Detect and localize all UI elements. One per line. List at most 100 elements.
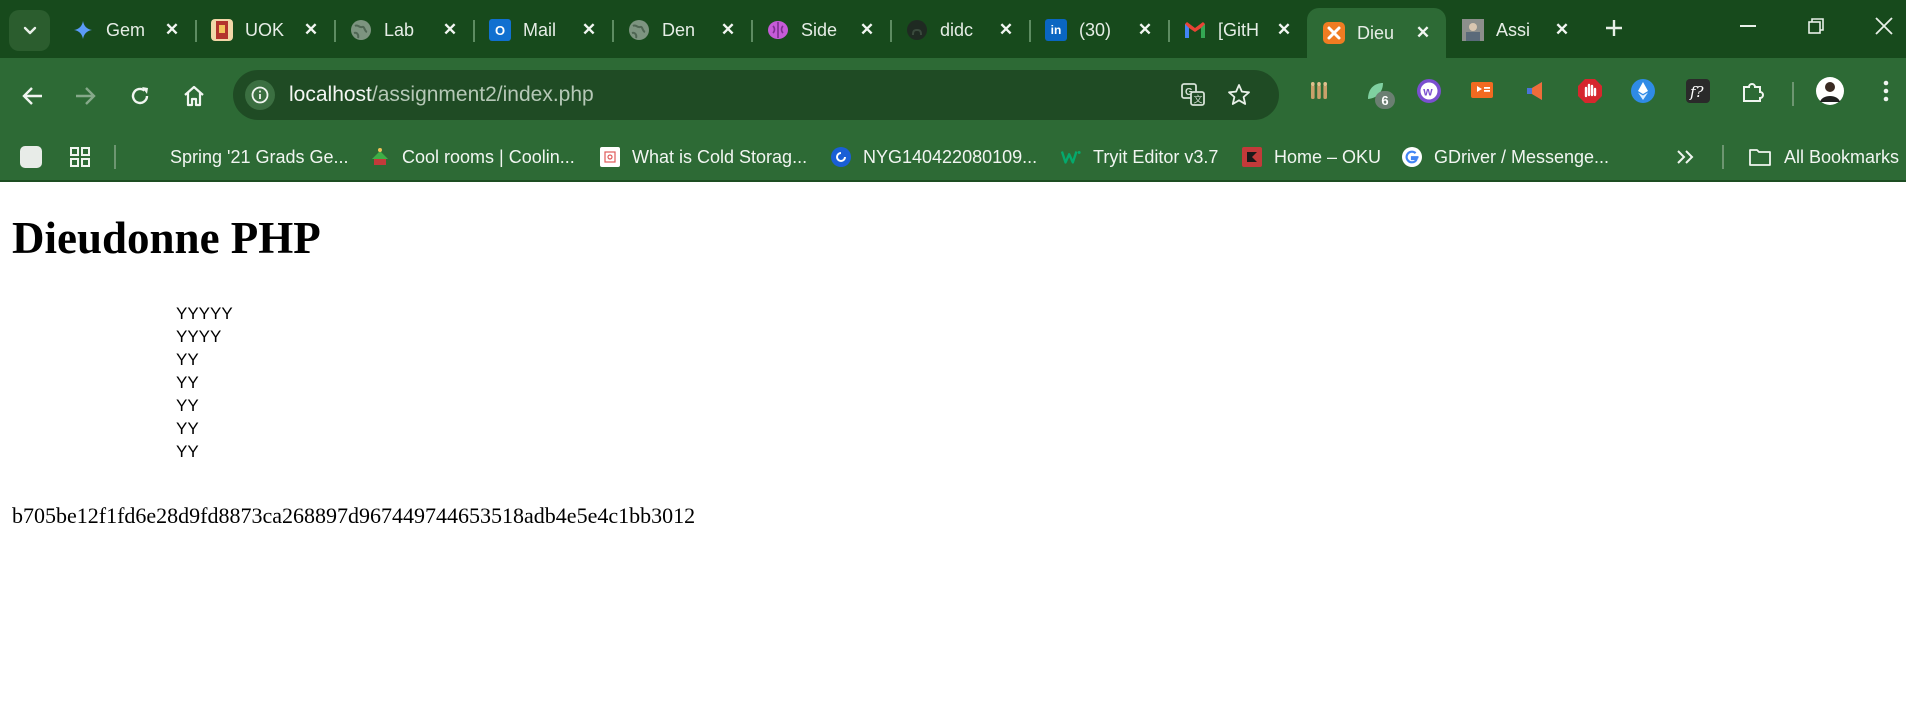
tab-side[interactable]: Side ✕ bbox=[751, 8, 890, 52]
tab-title: (30) bbox=[1079, 19, 1112, 40]
avatar-icon bbox=[1462, 19, 1484, 41]
tab-lab[interactable]: Lab ✕ bbox=[334, 8, 473, 52]
close-icon[interactable]: ✕ bbox=[161, 19, 183, 41]
profile-avatar[interactable] bbox=[1814, 75, 1846, 107]
tab-title: [GitH bbox=[1218, 19, 1260, 40]
page-heading: Dieudonne PHP bbox=[12, 213, 321, 263]
tab-title: Lab bbox=[384, 19, 415, 40]
slides-extension-icon[interactable] bbox=[1466, 75, 1498, 107]
bookmarks-bar: Spring '21 Grads Ge... Cool rooms | Cool… bbox=[0, 134, 1906, 182]
tab-title: Mail bbox=[523, 19, 557, 40]
bookmark-label: Tryit Editor v3.7 bbox=[1093, 146, 1219, 167]
bookmark-label: Home – OKU bbox=[1274, 146, 1382, 167]
circle-icon bbox=[831, 147, 851, 167]
ethereum-extension-icon[interactable] bbox=[1627, 75, 1659, 107]
more-bookmarks-button[interactable] bbox=[1676, 134, 1694, 180]
bookmark-cold-storage[interactable]: What is Cold Storag... bbox=[600, 134, 807, 180]
extensions-puzzle-icon[interactable] bbox=[1737, 75, 1769, 107]
arrow-right-icon bbox=[76, 87, 96, 105]
tab-gmail[interactable]: [GitH ✕ bbox=[1168, 8, 1307, 52]
tab-list: Gem ✕ UOK ✕ Lab ✕ O Mail ✕ Den ✕ Side ✕ … bbox=[56, 8, 1585, 58]
tab-den[interactable]: Den ✕ bbox=[612, 8, 751, 52]
bookmarks-divider bbox=[114, 145, 116, 169]
svg-text:文: 文 bbox=[1194, 94, 1203, 106]
tab-gemini[interactable]: Gem ✕ bbox=[56, 8, 195, 52]
gmail-icon bbox=[1184, 19, 1206, 41]
svg-text:w: w bbox=[1422, 85, 1433, 99]
close-icon[interactable]: ✕ bbox=[578, 19, 600, 41]
plus-icon bbox=[1606, 20, 1622, 36]
menu-kebab-icon[interactable] bbox=[1870, 75, 1902, 107]
close-icon[interactable]: ✕ bbox=[1412, 22, 1434, 44]
bookmark-home-oku[interactable]: Home – OKU bbox=[1242, 134, 1381, 180]
github-icon bbox=[906, 19, 928, 41]
globe-icon bbox=[628, 19, 650, 41]
close-icon[interactable]: ✕ bbox=[300, 19, 322, 41]
close-icon[interactable]: ✕ bbox=[995, 19, 1017, 41]
oku-icon bbox=[1242, 147, 1262, 167]
site-info-button[interactable] bbox=[245, 80, 275, 110]
stop-hand-extension-icon[interactable] bbox=[1574, 75, 1606, 107]
translate-icon[interactable]: G文 bbox=[1180, 82, 1206, 108]
bookmark-nyg[interactable]: NYG140422080109... bbox=[831, 134, 1037, 180]
arrow-left-icon bbox=[22, 87, 42, 105]
url-host: localhost bbox=[289, 83, 372, 106]
browser-toolbar: localhost/assignment2/index.php G文 6 w f… bbox=[0, 58, 1906, 134]
close-icon[interactable]: ✕ bbox=[1134, 19, 1156, 41]
tab-mail[interactable]: O Mail ✕ bbox=[473, 8, 612, 52]
tab-github[interactable]: didc ✕ bbox=[890, 8, 1029, 52]
home-button[interactable] bbox=[174, 76, 214, 116]
bookmark-cool-rooms[interactable]: Cool rooms | Coolin... bbox=[370, 134, 575, 180]
xampp-icon bbox=[1323, 22, 1345, 44]
tab-uok[interactable]: UOK ✕ bbox=[195, 8, 334, 52]
tab-groups-icon bbox=[20, 146, 42, 168]
all-bookmarks-button[interactable]: All Bookmarks bbox=[1748, 134, 1899, 180]
close-icon[interactable]: ✕ bbox=[1273, 19, 1295, 41]
tab-assignment[interactable]: Assi ✕ bbox=[1446, 8, 1585, 52]
bookmarks-divider bbox=[1722, 145, 1724, 169]
back-button[interactable] bbox=[13, 76, 53, 116]
extension-badge: 6 bbox=[1375, 91, 1395, 109]
outlook-icon: O bbox=[489, 19, 511, 41]
bullets-extension-icon[interactable] bbox=[1303, 75, 1335, 107]
close-icon[interactable]: ✕ bbox=[717, 19, 739, 41]
font-finder-extension-icon[interactable]: f? bbox=[1682, 75, 1714, 107]
leaf-extension-icon[interactable]: 6 bbox=[1359, 75, 1395, 109]
tab-dieudonne-php[interactable]: Dieu ✕ bbox=[1307, 8, 1446, 58]
w-extension-icon[interactable]: w bbox=[1413, 75, 1445, 107]
linkedin-icon: in bbox=[1045, 19, 1067, 41]
tab-title: UOK bbox=[245, 19, 285, 40]
bookmark-label: NYG140422080109... bbox=[863, 146, 1038, 167]
bookmark-label: GDriver / Messenge... bbox=[1434, 146, 1610, 167]
google-icon bbox=[1402, 147, 1422, 167]
bookmark-tryit-editor[interactable]: Tryit Editor v3.7 bbox=[1061, 134, 1218, 180]
pattern-line: YYYYY bbox=[176, 304, 233, 323]
restore-button[interactable] bbox=[1787, 6, 1845, 46]
apps-button[interactable] bbox=[69, 134, 91, 180]
forward-button[interactable] bbox=[65, 76, 105, 116]
tab-linkedin[interactable]: in (30) ✕ bbox=[1029, 8, 1168, 52]
bookmark-spring-grads[interactable]: Spring '21 Grads Ge... bbox=[170, 134, 349, 180]
url-text[interactable]: localhost/assignment2/index.php bbox=[289, 83, 594, 107]
megaphone-extension-icon[interactable] bbox=[1520, 75, 1552, 107]
restore-icon bbox=[1808, 18, 1824, 34]
close-icon[interactable]: ✕ bbox=[856, 19, 878, 41]
all-bookmarks-label: All Bookmarks bbox=[1784, 146, 1900, 167]
bookmark-star-icon[interactable] bbox=[1226, 82, 1252, 108]
folder-icon bbox=[1749, 149, 1771, 166]
page-content: Dieudonne PHP YYYYY YYYY YY YY YY YY YY … bbox=[0, 182, 1906, 703]
reload-button[interactable] bbox=[120, 76, 160, 116]
minimize-button[interactable] bbox=[1719, 6, 1777, 46]
close-icon[interactable]: ✕ bbox=[1551, 19, 1573, 41]
address-bar[interactable]: localhost/assignment2/index.php G文 bbox=[233, 70, 1279, 120]
bookmark-gdriver[interactable]: GDriver / Messenge... bbox=[1402, 134, 1609, 180]
tab-search-button[interactable] bbox=[9, 10, 50, 51]
tab-groups-button[interactable] bbox=[20, 134, 42, 180]
pattern-line: YY bbox=[176, 350, 199, 369]
close-window-button[interactable] bbox=[1855, 6, 1906, 46]
pattern-line: YY bbox=[176, 442, 199, 461]
close-icon[interactable]: ✕ bbox=[439, 19, 461, 41]
new-tab-button[interactable] bbox=[1598, 12, 1630, 44]
pattern-output: YYYYY YYYY YY YY YY YY YY bbox=[176, 302, 233, 463]
apps-grid-icon bbox=[70, 147, 90, 167]
